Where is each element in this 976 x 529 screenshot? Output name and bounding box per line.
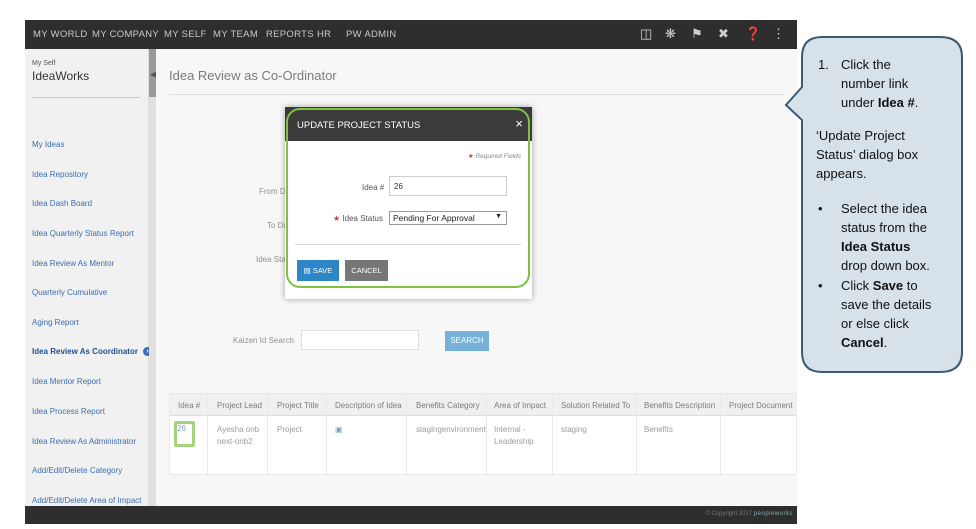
bullet-line: drop down box. [841, 258, 930, 273]
step-line: number link [841, 76, 909, 91]
callout-paragraph-line: ‘Update Project [816, 128, 905, 143]
bullet-text: to [903, 278, 918, 293]
bullet-icon: • [818, 278, 823, 293]
bullet-line: Select the idea [841, 201, 928, 216]
step-number: 1. [818, 57, 829, 72]
bullet-text: Click [841, 278, 873, 293]
bullet-icon: • [818, 201, 823, 216]
callout-paragraph-line: Status’ dialog box [816, 147, 919, 162]
callout-paragraph-line: appears. [816, 166, 867, 181]
bullet-emphasis: Save [872, 278, 904, 293]
step-line: under Idea #. [841, 93, 918, 112]
bullet-line: or else click [841, 316, 909, 331]
bullet-line: Click Save to [841, 276, 918, 295]
step-text: under [841, 95, 878, 110]
bullet-line: status from the [841, 220, 927, 235]
step-text: . [914, 95, 919, 110]
step-emphasis: Idea # [877, 95, 915, 110]
bullet-text: . [883, 335, 888, 350]
bullet-line: save the details [841, 297, 932, 312]
bullet-line: Idea Status [841, 239, 911, 254]
instruction-callout [784, 36, 963, 373]
step-line: Click the [841, 57, 891, 72]
bullet-line: Cancel. [841, 333, 887, 352]
bullet-emphasis: Cancel [841, 335, 884, 350]
